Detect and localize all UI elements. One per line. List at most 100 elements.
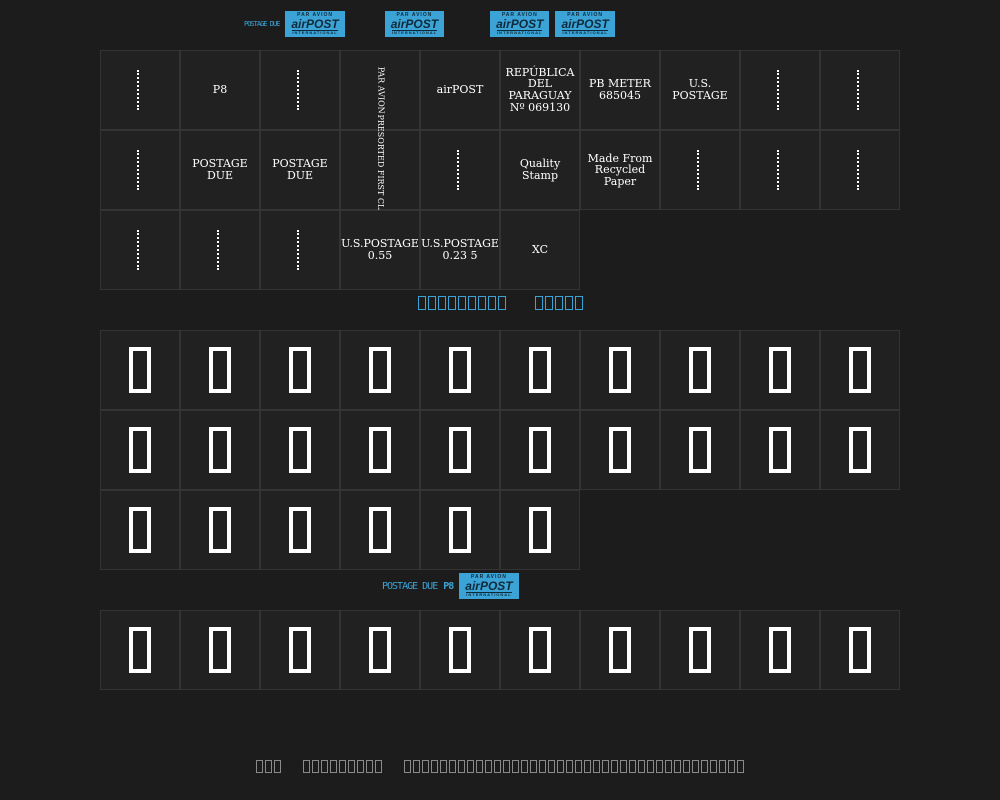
missing-glyph-cell [180,330,260,410]
missing-glyph-cell [740,410,820,490]
missing-glyph [449,427,471,473]
glyph-sample: PRESORTED FIRST CLASS [376,114,386,226]
glyph-cell [260,50,340,130]
stamp-mid-text: airPOST [496,17,544,31]
glyph-cell: U.S.POSTAGE 0.55 [340,210,420,290]
glyph-sample [777,70,783,110]
missing-glyph [129,627,151,673]
missing-glyph [529,507,551,553]
missing-glyph [449,347,471,393]
glyph-sample [697,150,703,190]
missing-glyph [609,347,631,393]
stamp-bot-text: INTERNATIONAL [292,30,338,35]
glyph-sample [137,230,143,270]
missing-glyph-cell [500,610,580,690]
missing-glyph [629,759,636,773]
glyph-sample: Quality Stamp [519,157,561,182]
missing-glyph [485,759,492,773]
airpost-stamp: PAR AVION airPOST INTERNATIONAL [384,11,445,37]
missing-glyph [422,759,429,773]
missing-glyph [289,507,311,553]
missing-glyph [683,759,690,773]
missing-glyph-cell [500,410,580,490]
missing-glyph-cell [420,610,500,690]
missing-glyph [369,427,391,473]
missing-glyph [209,347,231,393]
missing-glyph [449,627,471,673]
glyph-cell: XC [500,210,580,290]
missing-glyph [449,759,456,773]
missing-glyph [476,759,483,773]
glyph-sample: P8 [212,83,228,97]
glyph-sample [297,70,303,110]
missing-glyph-cell [580,610,660,690]
missing-glyph-cell [580,410,660,490]
glyph-cell [100,50,180,130]
missing-glyph-cell [180,410,260,490]
missing-glyph-cell [340,610,420,690]
missing-glyph [566,759,573,773]
glyph-cell [820,130,900,210]
missing-glyph [274,759,281,773]
missing-glyph [665,759,672,773]
missing-glyph [602,759,609,773]
missing-glyph [437,296,446,310]
missing-glyph [487,296,496,310]
missing-glyph [620,759,627,773]
missing-glyph [129,507,151,553]
missing-glyph [521,759,528,773]
missing-glyph-cell [340,410,420,490]
missing-glyph-cell [740,610,820,690]
missing-glyph [647,759,654,773]
missing-glyph [611,759,618,773]
glyph-sample [137,150,143,190]
glyph-cell: U.S.POSTAGE 0.23 5 [420,210,500,290]
glyph-cell: REPÚBLICA DEL PARAGUAY Nº 069130 [500,50,580,130]
glyph-sample: POSTAGE DUE [192,157,248,182]
glyph-sample [217,230,223,270]
missing-glyph-cell [260,610,340,690]
missing-glyph [554,296,563,310]
missing-glyph [609,627,631,673]
missing-glyph [431,759,438,773]
airpost-stamp: PAR AVION airPOST INTERNATIONAL [555,11,615,37]
missing-glyph-cell [500,330,580,410]
missing-glyph [494,759,501,773]
missing-glyph [503,759,510,773]
glyph-cell [740,130,820,210]
stamp-mid-text: airPOST [465,579,513,593]
glyph-sample: U.S.POSTAGE 0.55 [341,237,419,262]
glyph-cell [180,210,260,290]
glyph-sample [297,230,303,270]
glyph-cell [420,130,500,210]
stamp-scribble: POSTAGE DUE [244,20,280,28]
missing-glyph [303,759,310,773]
postage-due-scribble: POSTAGE DUE [382,580,438,592]
glyph-sample: Made From Recycled Paper [587,151,653,188]
missing-glyph [321,759,328,773]
missing-glyph [447,296,456,310]
missing-glyph [209,427,231,473]
glyph-sample: PB METER 685045 [589,77,651,102]
glyph-cell: PB METER 685045 [580,50,660,130]
glyph-grid: P8 PAR AVION airPOST REPÚBLICA DEL PARAGUAY… [100,50,900,290]
missing-glyph [769,427,791,473]
missing-glyph [497,296,506,310]
missing-glyph-cell [820,610,900,690]
missing-glyph [512,759,519,773]
glyph-sample [857,150,863,190]
stamp-mid-text: airPOST [561,17,609,31]
missing-glyph [312,759,319,773]
missing-glyph [849,347,871,393]
airpost-stamp: PAR AVION airPOST INTERNATIONAL [285,11,345,37]
glyph-sample: PAR AVION [376,66,386,114]
missing-glyph [574,296,583,310]
stamp-bot-text: INTERNATIONAL [497,30,543,35]
missing-glyph-cell [100,410,180,490]
missing-glyph [467,296,476,310]
missing-glyph-cell [660,330,740,410]
missing-glyph [129,427,151,473]
missing-glyph [638,759,645,773]
stamp-bot-text: INTERNATIONAL [562,30,608,35]
missing-glyph-cell [100,610,180,690]
